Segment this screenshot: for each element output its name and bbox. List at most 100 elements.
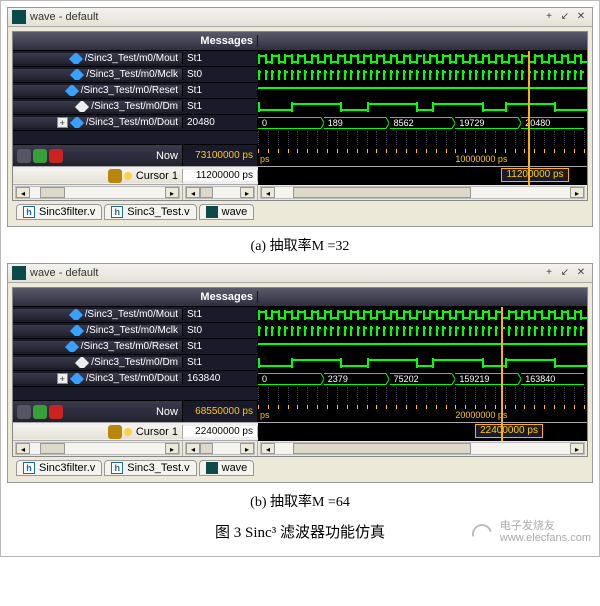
cursor-badge[interactable]: 22400000 ps: [475, 424, 543, 438]
signal-row: /Sinc3_Test/m0/MoutSt1: [13, 50, 587, 66]
add-icon[interactable]: [33, 405, 47, 419]
wave-cell[interactable]: [258, 355, 587, 371]
scroll-right-icon[interactable]: ▸: [570, 443, 584, 454]
scroll-right-icon[interactable]: ▸: [570, 187, 584, 198]
dock-button[interactable]: +: [542, 10, 556, 24]
scroll-thumb[interactable]: [40, 443, 64, 454]
signal-msg: St0: [183, 325, 258, 336]
cursor-line[interactable]: [501, 355, 503, 371]
cursor-label: Cursor 1: [136, 426, 178, 438]
tab-Sinc3filter-v[interactable]: h Sinc3filter.v: [16, 204, 102, 220]
lock-icon[interactable]: [108, 169, 122, 183]
signal-name-cell[interactable]: +/Sinc3_Test/m0/Dout: [13, 373, 183, 384]
watermark: 电子发烧友 www.elecfans.com: [468, 520, 591, 544]
signal-name: /Sinc3_Test/m0/Reset: [81, 85, 178, 96]
wave-cell[interactable]: [258, 323, 587, 339]
cursor-line[interactable]: [501, 307, 503, 323]
scroll-right-icon[interactable]: ▸: [240, 443, 254, 454]
now-wave[interactable]: ps20000000 ps: [258, 401, 587, 422]
cursor-label: Cursor 1: [136, 170, 178, 182]
signal-name-cell[interactable]: /Sinc3_Test/m0/Mclk: [13, 325, 183, 336]
signal-diamond-icon: [70, 325, 84, 336]
verilog-file-icon: h: [23, 206, 35, 218]
scroll-thumb[interactable]: [40, 187, 64, 198]
wave-cell[interactable]: [258, 339, 587, 355]
signal-name-cell[interactable]: /Sinc3_Test/m0/Mclk: [13, 69, 183, 80]
scroll-left-icon[interactable]: ◂: [261, 443, 275, 454]
scroll-thumb[interactable]: [293, 187, 471, 198]
cursor-line[interactable]: [501, 323, 503, 339]
signal-name-cell[interactable]: /Sinc3_Test/m0/Mout: [13, 53, 183, 64]
wave-cell[interactable]: [258, 51, 587, 67]
signal-name-cell[interactable]: /Sinc3_Test/m0/Reset: [13, 85, 183, 96]
tool-icon[interactable]: [17, 405, 31, 419]
now-label: Now: [156, 406, 178, 418]
time-unit: ps: [260, 154, 270, 164]
cursor-wave[interactable]: 11200000 ps: [258, 167, 587, 185]
tab-Sinc3filter-v[interactable]: hSinc3filter.v: [16, 460, 102, 476]
signal-name-cell[interactable]: /Sinc3_Test/m0/Dm: [13, 357, 183, 368]
h-scrollbar[interactable]: ◂▸: [260, 442, 585, 455]
close-button[interactable]: ✕: [574, 266, 588, 280]
cursor-line[interactable]: [528, 115, 530, 131]
scroll-left-icon[interactable]: ◂: [16, 443, 30, 454]
bus-value: 20480: [521, 117, 584, 129]
tab-label: Sinc3filter.v: [39, 462, 95, 474]
now-value: 68550000 ps: [183, 401, 258, 422]
scroll-thumb[interactable]: [200, 187, 214, 198]
tab-label: Sinc3filter.v: [39, 206, 95, 218]
h-scrollbar[interactable]: ◂▸: [260, 186, 585, 199]
signal-name-cell[interactable]: +/Sinc3_Test/m0/Dout: [13, 117, 183, 128]
signal-name-cell[interactable]: /Sinc3_Test/m0/Dm: [13, 101, 183, 112]
remove-icon[interactable]: [49, 405, 63, 419]
expand-icon[interactable]: +: [57, 373, 68, 384]
expand-icon[interactable]: +: [57, 117, 68, 128]
h-scrollbar[interactable]: ◂▸: [15, 186, 180, 199]
cursor-line[interactable]: [501, 339, 503, 355]
scroll-left-icon[interactable]: ◂: [16, 187, 30, 198]
scroll-thumb[interactable]: [200, 443, 214, 454]
cursor-line[interactable]: [528, 83, 530, 99]
h-scrollbar[interactable]: ◂▸: [185, 442, 255, 455]
now-wave[interactable]: ps10000000 ps: [258, 145, 587, 166]
signal-name: /Sinc3_Test/m0/Mclk: [86, 69, 178, 80]
scroll-left-icon[interactable]: ◂: [186, 187, 200, 198]
scroll-right-icon[interactable]: ▸: [165, 187, 179, 198]
restore-button[interactable]: ↙: [558, 266, 572, 280]
wave-cell[interactable]: 018985621972920480: [258, 115, 587, 131]
time-ruler[interactable]: [258, 130, 587, 146]
scroll-right-icon[interactable]: ▸: [165, 443, 179, 454]
scroll-left-icon[interactable]: ◂: [261, 187, 275, 198]
tab-wave[interactable]: wave: [199, 460, 255, 476]
tab-wave[interactable]: wave: [199, 204, 255, 220]
cursor-line[interactable]: [501, 371, 503, 387]
cursor-badge[interactable]: 11200000 ps: [501, 168, 568, 182]
wave-cell[interactable]: [258, 99, 587, 115]
signal-name-cell[interactable]: /Sinc3_Test/m0/Reset: [13, 341, 183, 352]
tool-icon[interactable]: [17, 149, 31, 163]
cursor-value: 11200000 ps: [183, 170, 258, 181]
add-icon[interactable]: [33, 149, 47, 163]
close-button[interactable]: ✕: [574, 10, 588, 24]
scroll-right-icon[interactable]: ▸: [240, 187, 254, 198]
tab-Sinc3_Test-v[interactable]: hSinc3_Test.v: [104, 204, 196, 220]
cursor-wave[interactable]: 22400000 ps: [258, 423, 587, 441]
cursor-line[interactable]: [528, 67, 530, 83]
time-ruler[interactable]: [258, 386, 587, 402]
wave-cell[interactable]: [258, 67, 587, 83]
scroll-thumb[interactable]: [293, 443, 471, 454]
cursor-line[interactable]: [528, 99, 530, 115]
cursor-line[interactable]: [528, 51, 530, 67]
scroll-left-icon[interactable]: ◂: [186, 443, 200, 454]
signal-name-cell[interactable]: /Sinc3_Test/m0/Mout: [13, 309, 183, 320]
dock-button[interactable]: +: [542, 266, 556, 280]
wave-cell[interactable]: 0237975202159219163840: [258, 371, 587, 387]
remove-icon[interactable]: [49, 149, 63, 163]
wave-cell[interactable]: [258, 83, 587, 99]
lock-icon[interactable]: [108, 425, 122, 439]
tab-Sinc3_Test-v[interactable]: hSinc3_Test.v: [104, 460, 196, 476]
wave-cell[interactable]: [258, 307, 587, 323]
restore-button[interactable]: ↙: [558, 10, 572, 24]
h-scrollbar[interactable]: ◂▸: [185, 186, 255, 199]
h-scrollbar[interactable]: ◂▸: [15, 442, 180, 455]
